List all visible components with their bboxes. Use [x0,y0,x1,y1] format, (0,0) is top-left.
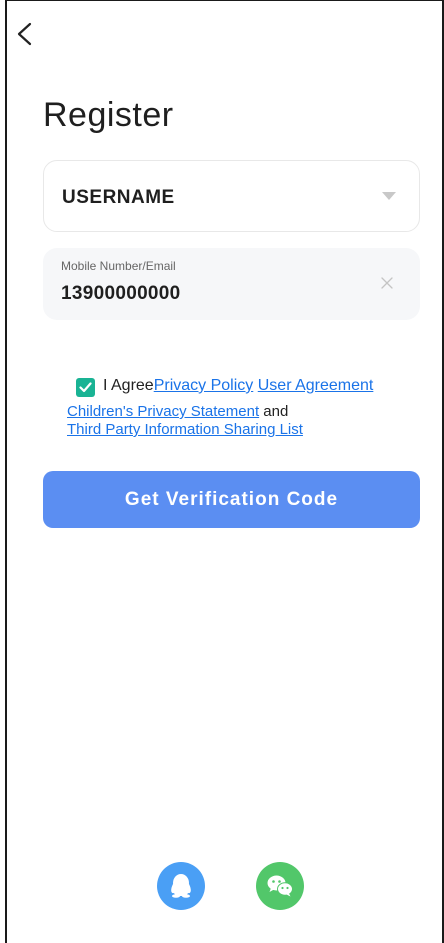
agree-checkbox[interactable] [76,378,95,397]
get-verification-code-button[interactable]: Get Verification Code [43,471,420,528]
username-select[interactable]: USERNAME [43,160,420,232]
close-icon[interactable] [380,276,394,290]
children-privacy-link[interactable]: Children's Privacy Statement [67,403,259,420]
chevron-left-icon [17,22,32,46]
frame-border [5,0,444,1]
wechat-icon [267,875,293,897]
mobile-email-field[interactable]: Mobile Number/Email [43,248,420,320]
checkmark-icon [79,382,92,393]
username-value: USERNAME [62,187,175,208]
caret-down-icon [382,192,396,200]
agreement-line: I AgreePrivacy Policy User Agreement [103,377,373,395]
privacy-policy-link[interactable]: Privacy Policy [154,377,254,394]
page-title: Register [43,96,174,134]
mobile-email-label: Mobile Number/Email [61,259,176,273]
agreement-line: Children's Privacy Statement and [67,403,288,420]
agreement-line: Third Party Information Sharing List [67,421,303,438]
mobile-email-input[interactable] [61,280,361,308]
user-agreement-link[interactable]: User Agreement [258,377,374,394]
back-button[interactable] [14,20,38,48]
qq-login-button[interactable] [157,862,205,910]
qq-icon [171,874,191,898]
wechat-login-button[interactable] [256,862,304,910]
third-party-sharing-link[interactable]: Third Party Information Sharing List [67,421,303,438]
app-screen: Register USERNAME Mobile Number/Email I … [0,0,444,943]
and-text: and [263,403,289,420]
frame-border [5,0,7,943]
agree-prefix: I Agree [103,377,154,394]
